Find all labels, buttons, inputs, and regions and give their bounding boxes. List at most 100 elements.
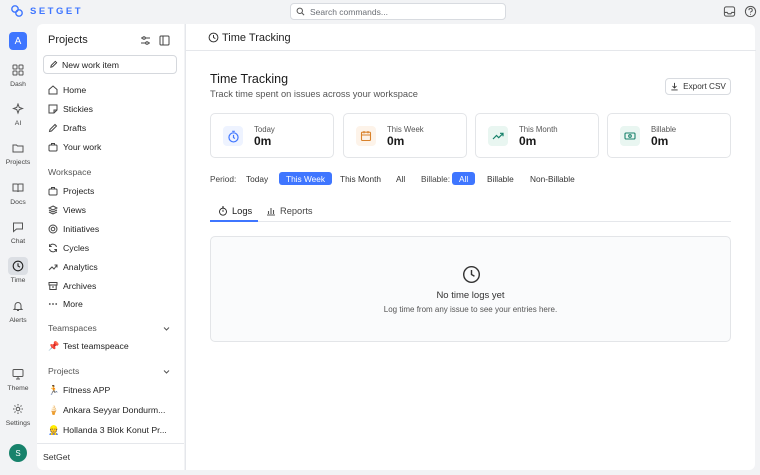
sidebar-item-label: Initiatives: [63, 224, 100, 234]
billable-option-billable[interactable]: Billable: [480, 172, 521, 185]
rail-item-settings[interactable]: Settings: [0, 400, 36, 427]
rail-label: Settings: [5, 420, 31, 427]
clock-icon: [462, 265, 481, 284]
rail-label: Time: [10, 277, 26, 284]
rail-item-dash[interactable]: Dash: [0, 61, 36, 88]
bar-chart-icon: [267, 208, 275, 216]
rail-item-ai[interactable]: AI: [0, 100, 36, 127]
download-icon: [671, 82, 678, 91]
stat-value: 0m: [519, 134, 537, 148]
sidebar-item-label: Views: [63, 205, 87, 215]
chevron-down-icon[interactable]: [162, 324, 171, 333]
sidebar-item-stickies[interactable]: Stickies: [48, 103, 93, 115]
billable-option-all[interactable]: All: [452, 172, 476, 185]
sparkle-icon: [12, 103, 24, 115]
inbox-icon[interactable]: [723, 5, 736, 18]
billable-option-non-billable[interactable]: Non-Billable: [523, 172, 582, 185]
folder-icon: [12, 144, 24, 153]
user-avatar[interactable]: S: [9, 444, 27, 462]
page-title: Time Tracking: [210, 72, 289, 86]
target-icon: [48, 224, 58, 234]
period-option-this-month[interactable]: This Month: [333, 172, 388, 185]
stat-card-this-week: This Week 0m: [343, 113, 467, 158]
period-option-today[interactable]: Today: [239, 172, 275, 185]
rail-item-docs[interactable]: Docs: [0, 179, 36, 206]
tab-reports[interactable]: Reports: [266, 204, 313, 218]
teamspace-name: Test teamspeace: [63, 341, 129, 351]
briefcase-icon: [48, 187, 58, 196]
workspace-name[interactable]: SetGet: [43, 452, 70, 462]
layers-icon: [48, 205, 58, 215]
sidebar-item-home[interactable]: Home: [48, 84, 86, 96]
brand-logo[interactable]: SETGET: [10, 4, 83, 18]
sidebar-item-label: Cycles: [63, 243, 90, 253]
page-subtitle: Track time spent on issues across your w…: [210, 89, 418, 99]
new-work-item-button[interactable]: New work item: [43, 55, 177, 74]
command-search[interactable]: [290, 3, 506, 20]
period-option-all[interactable]: All: [389, 172, 412, 185]
sidebar-item-drafts[interactable]: Drafts: [48, 122, 86, 134]
sidebar-item-views[interactable]: Views: [48, 204, 86, 216]
stat-card-billable: Billable 0m: [607, 113, 731, 158]
rail-item-chat[interactable]: Chat: [0, 218, 36, 245]
bell-icon: [12, 302, 24, 311]
tab-logs[interactable]: Logs: [218, 204, 252, 218]
calendar-icon: [356, 126, 376, 146]
pen-icon: [48, 123, 58, 133]
rail-item-time[interactable]: Time: [0, 257, 36, 284]
header-title: Time Tracking: [222, 32, 291, 44]
trending-up-icon: [48, 264, 58, 271]
rail-item-projects[interactable]: Projects: [0, 139, 36, 166]
project-name: Ankara Seyyar Dondurm...: [63, 405, 166, 415]
rail-label: AI: [14, 120, 22, 127]
rail-item-theme[interactable]: Theme: [0, 365, 36, 392]
brand-name: SETGET: [30, 5, 84, 17]
new-work-item-label: New work item: [62, 59, 119, 70]
sidebar-project-item[interactable]: 👷 Hollanda 3 Blok Konut Pr...: [48, 424, 167, 436]
sidebar-item-initiatives[interactable]: Initiatives: [48, 223, 99, 235]
top-bar: SETGET: [0, 0, 760, 24]
rail-label: Theme: [7, 385, 29, 392]
sidebar-item-cycles[interactable]: Cycles: [48, 242, 89, 254]
timer-icon: [219, 206, 227, 216]
filter-settings-icon[interactable]: [140, 35, 151, 46]
sidebar-toggle-icon[interactable]: [159, 35, 170, 46]
workspace-avatar[interactable]: A: [9, 32, 27, 50]
sidebar-teamspace-item[interactable]: 📌 Test teamspeace: [48, 340, 129, 352]
sidebar-item-your-work[interactable]: Your work: [48, 141, 101, 153]
chevron-down-icon[interactable]: [162, 367, 171, 376]
sidebar-project-item[interactable]: 🍦 Ankara Seyyar Dondurm...: [48, 404, 165, 416]
clock-icon: [208, 32, 219, 43]
rail-label: Projects: [5, 159, 31, 166]
stat-card-this-month: This Month 0m: [475, 113, 599, 158]
refresh-cycle-icon: [49, 243, 57, 253]
export-csv-button[interactable]: Export CSV: [665, 78, 731, 95]
book-icon: [12, 183, 24, 193]
briefcase-icon: [48, 143, 58, 152]
period-option-this-week[interactable]: This Week: [279, 172, 333, 185]
help-icon[interactable]: [744, 5, 757, 18]
main-header: Time Tracking: [186, 24, 756, 51]
sidebar-item-more[interactable]: More: [48, 298, 83, 310]
sidebar-item-label: Your work: [63, 142, 102, 152]
search-icon: [296, 7, 305, 16]
project-emoji: 🏃: [48, 384, 60, 395]
sidebar-item-archives[interactable]: Archives: [48, 280, 96, 292]
rail-item-alerts[interactable]: Alerts: [0, 297, 36, 324]
sidebar-project-item[interactable]: 🏃 Fitness APP: [48, 384, 110, 396]
sidebar-item-projects[interactable]: Projects: [48, 185, 94, 197]
stat-label: Billable: [651, 125, 677, 134]
sidebar-item-label: More: [63, 299, 83, 309]
billable-filter-label: Billable:: [421, 174, 451, 184]
stat-value: 0m: [387, 134, 405, 148]
empty-state-title: No time logs yet: [436, 290, 505, 301]
command-search-input[interactable]: [310, 6, 490, 17]
sidebar-item-analytics[interactable]: Analytics: [48, 261, 98, 273]
section-label-teamspaces: Teamspaces: [48, 323, 97, 333]
section-label-workspace: Workspace: [48, 167, 92, 177]
setget-logo-icon: [11, 5, 23, 17]
home-icon: [48, 85, 58, 95]
sidebar-footer: SetGet: [37, 443, 184, 470]
project-name: Fitness APP: [63, 385, 111, 395]
app-rail: A Dash AI Projects Docs Chat Time Alerts…: [0, 24, 36, 475]
